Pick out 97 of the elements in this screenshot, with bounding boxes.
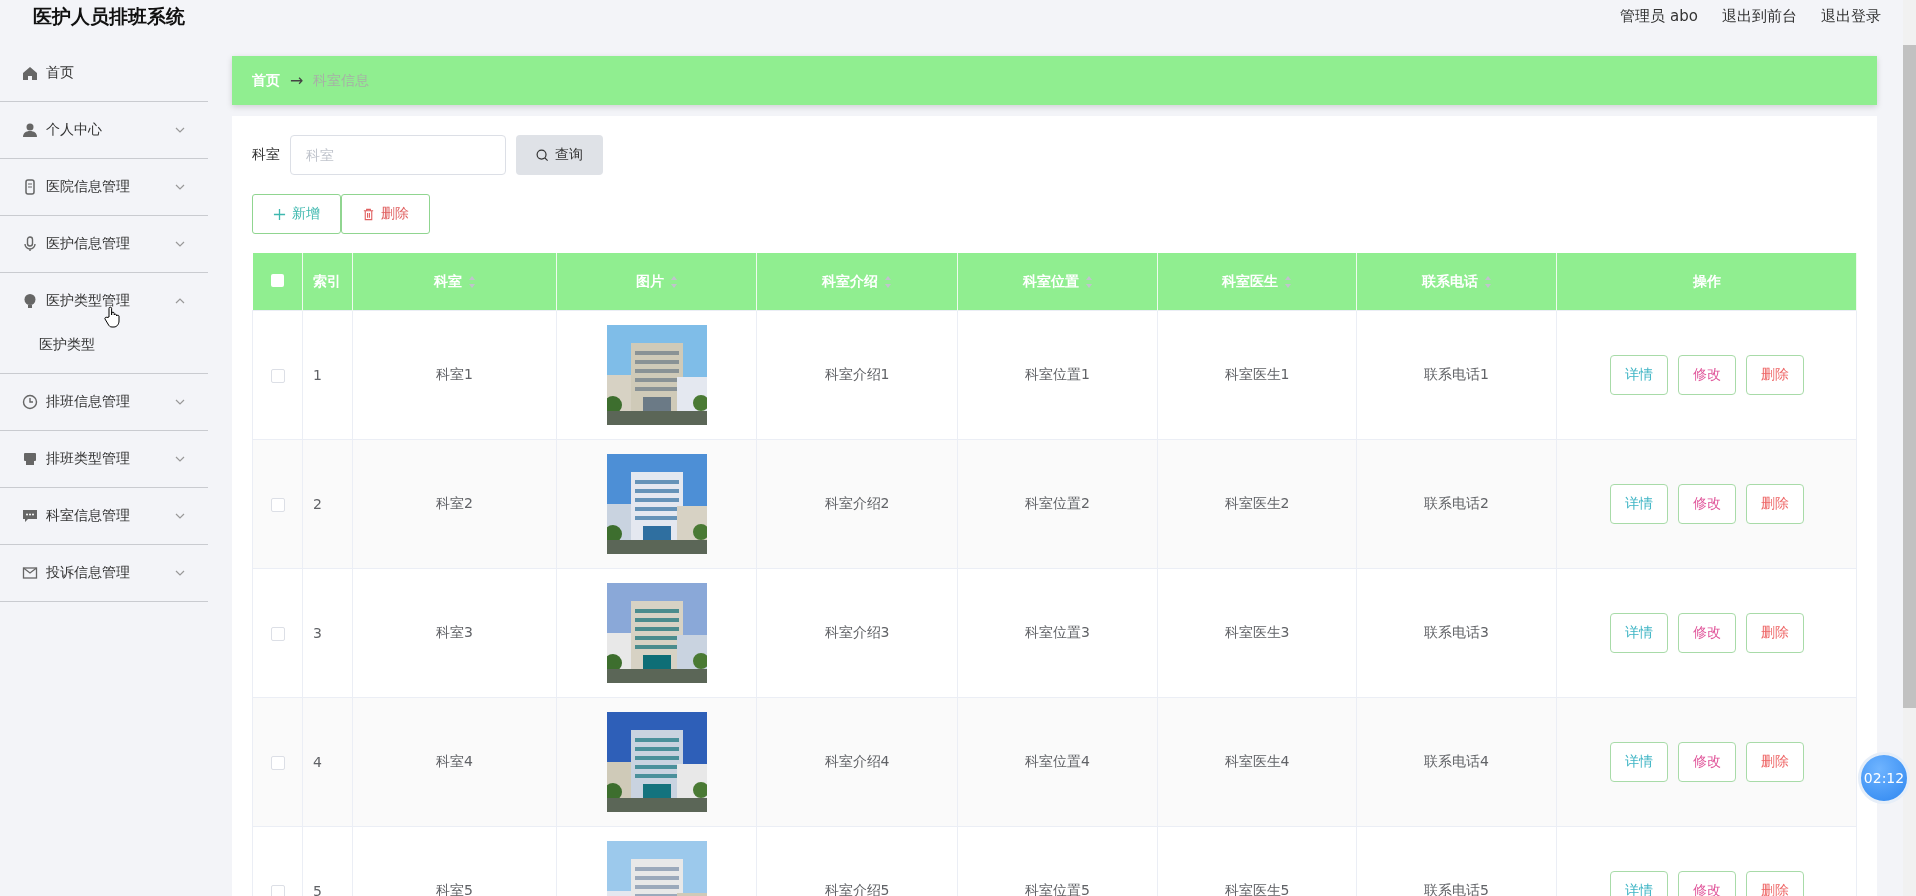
edit-button[interactable]: 修改: [1677, 613, 1736, 653]
row-index: 3: [313, 625, 322, 641]
sort-icon[interactable]: [1084, 274, 1093, 289]
table-cell: 科室1: [436, 366, 473, 382]
table-cell: 科室医生5: [1224, 882, 1290, 896]
header-link[interactable]: 退出到前台: [1722, 7, 1797, 26]
sidebar-item[interactable]: 首页: [0, 45, 208, 101]
table-cell: 科室位置5: [1025, 882, 1090, 896]
sort-icon[interactable]: [467, 274, 476, 289]
edit-button[interactable]: 修改: [1677, 355, 1736, 395]
table-cell: 联系电话3: [1424, 624, 1489, 640]
sidebar-item[interactable]: 个人中心: [0, 102, 208, 158]
table-cell: 科室介绍1: [824, 366, 890, 382]
add-button[interactable]: 新增: [252, 194, 341, 234]
table-cell: 科室位置4: [1025, 753, 1090, 769]
table-cell: 科室5: [436, 882, 473, 896]
detail-button[interactable]: 详情: [1609, 613, 1668, 653]
table-cell: 科室2: [436, 495, 473, 511]
table-cell: 联系电话1: [1424, 366, 1489, 382]
sidebar-item[interactable]: 科室信息管理: [0, 488, 208, 544]
sort-icon[interactable]: [1284, 274, 1292, 289]
row-checkbox[interactable]: [270, 627, 285, 641]
sort-icon[interactable]: [884, 274, 892, 289]
delete-button[interactable]: 删除: [1745, 613, 1804, 653]
table-cell: 联系电话4: [1424, 753, 1489, 769]
table-cell: 联系电话5: [1424, 882, 1489, 896]
table-cell: 科室位置2: [1025, 495, 1090, 511]
delete-button[interactable]: 删除: [1745, 484, 1804, 524]
table-cell: 科室3: [436, 624, 473, 640]
column-header: 科室介绍: [822, 272, 878, 291]
row-index: 4: [313, 754, 322, 770]
table-cell: 科室位置1: [1025, 366, 1090, 382]
row-index: 2: [313, 496, 322, 512]
mail-icon: [22, 565, 38, 581]
table-cell: 科室介绍3: [824, 624, 890, 640]
microphone-icon: [22, 236, 38, 252]
column-header: 操作: [1692, 272, 1721, 291]
column-header: 图片: [635, 272, 664, 291]
breadcrumb-separator: →: [290, 71, 304, 90]
table-cell: 科室位置3: [1025, 624, 1090, 640]
table-cell: 科室介绍2: [824, 495, 890, 511]
submenu-item[interactable]: 医护类型: [0, 329, 208, 373]
user-icon: [22, 122, 38, 138]
sidebar-item[interactable]: 医院信息管理: [0, 159, 208, 215]
column-header: 科室: [433, 272, 462, 291]
search-button[interactable]: 查询: [516, 135, 603, 175]
sort-icon[interactable]: [1483, 274, 1492, 289]
delete-button[interactable]: 删除: [1745, 355, 1804, 395]
detail-button[interactable]: 详情: [1609, 871, 1668, 896]
row-checkbox[interactable]: [270, 756, 285, 770]
edit-button[interactable]: 修改: [1677, 742, 1736, 782]
delete-button[interactable]: 删除: [341, 194, 430, 234]
table-cell: 科室医生2: [1224, 495, 1290, 511]
hand-cursor-icon: [104, 306, 120, 328]
home-icon: [22, 65, 38, 81]
row-checkbox[interactable]: [270, 885, 285, 896]
sidebar-item[interactable]: 投诉信息管理: [0, 545, 208, 601]
search-field[interactable]: 科室: [290, 135, 506, 175]
printer-icon: [22, 451, 38, 467]
detail-button[interactable]: 详情: [1609, 484, 1668, 524]
row-index: 5: [313, 883, 322, 896]
clock-icon: [22, 394, 38, 410]
column-header: 科室位置: [1022, 272, 1079, 291]
detail-button[interactable]: 详情: [1609, 742, 1668, 782]
delete-button[interactable]: 删除: [1745, 742, 1804, 782]
row-checkbox[interactable]: [270, 369, 285, 383]
column-header: 科室医生: [1222, 272, 1278, 291]
phone-icon: [22, 179, 38, 195]
user-name: 管理员 abo: [1620, 7, 1698, 26]
sidebar-item[interactable]: 医护类型管理: [0, 273, 208, 329]
table-cell: 科室医生4: [1224, 753, 1290, 769]
sidebar-item[interactable]: 排班信息管理: [0, 374, 208, 430]
table-cell: 联系电话2: [1424, 495, 1489, 511]
table-cell: 科室4: [436, 753, 473, 769]
breadcrumb-current: 科室信息: [313, 71, 370, 90]
trash-icon: [362, 207, 375, 221]
sort-icon[interactable]: [669, 274, 678, 289]
search-icon: [536, 148, 549, 162]
select-all-checkbox[interactable]: [270, 273, 284, 287]
row-checkbox[interactable]: [270, 498, 285, 512]
column-header: 索引: [313, 272, 341, 291]
sidebar-item[interactable]: 医护信息管理: [0, 216, 208, 272]
edit-button[interactable]: 修改: [1677, 484, 1736, 524]
sidebar-item[interactable]: 排班类型管理: [0, 431, 208, 487]
detail-button[interactable]: 详情: [1609, 355, 1668, 395]
scrollbar-thumb[interactable]: [1903, 45, 1916, 708]
chat-icon: [22, 508, 38, 524]
header-link[interactable]: 退出登录: [1821, 7, 1881, 26]
column-header: 联系电话: [1421, 272, 1478, 291]
table-cell: 科室介绍4: [824, 753, 890, 769]
search-label: 科室: [252, 146, 280, 164]
row-index: 1: [313, 367, 322, 383]
bulb-icon: [22, 293, 38, 309]
table-cell: 科室医生3: [1224, 624, 1290, 640]
table-cell: 科室医生1: [1224, 366, 1290, 382]
plus-icon: [273, 207, 286, 221]
app-title: 医护人员排班系统: [33, 3, 185, 29]
